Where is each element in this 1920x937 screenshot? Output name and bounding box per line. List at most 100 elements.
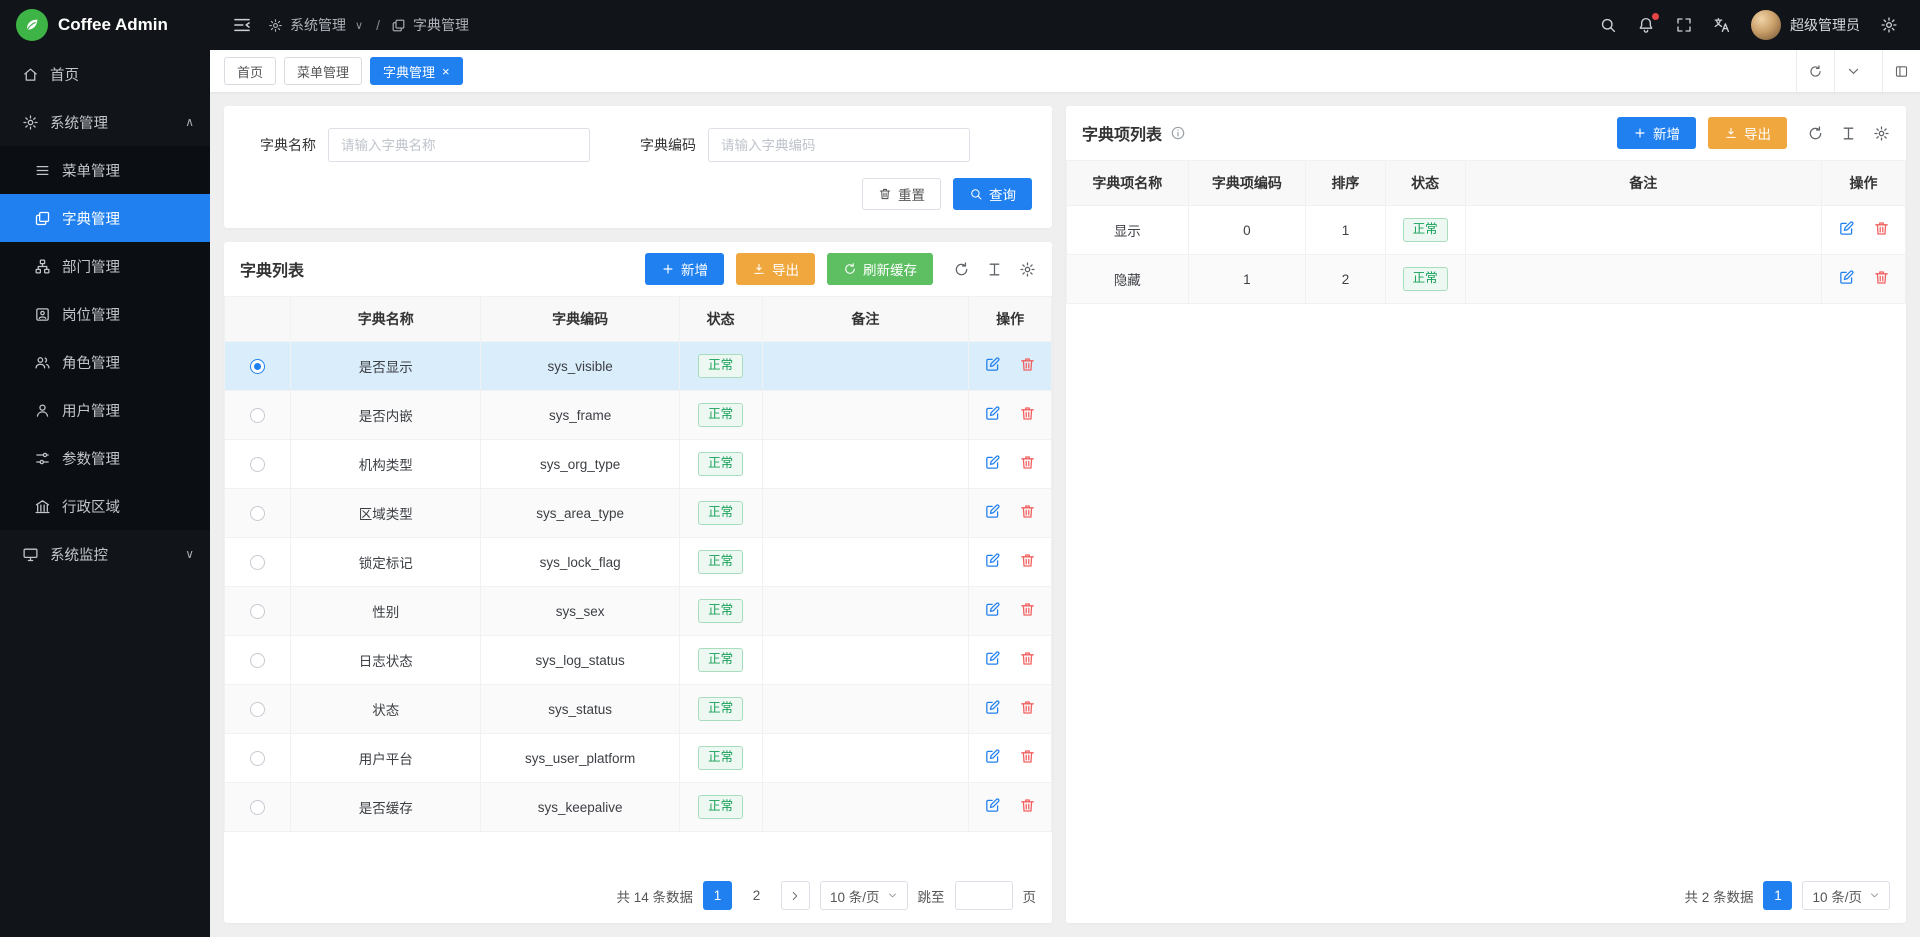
delete-icon[interactable] xyxy=(1019,454,1036,471)
edit-icon[interactable] xyxy=(984,552,1001,569)
page-button[interactable]: 1 xyxy=(703,881,732,910)
sidebar-item[interactable]: 部门管理 xyxy=(0,242,210,290)
edit-icon[interactable] xyxy=(984,503,1001,520)
row-radio[interactable] xyxy=(250,457,265,472)
item-page-size-select[interactable]: 10 条/页 xyxy=(1802,881,1890,910)
sidebar-item[interactable]: 角色管理 xyxy=(0,338,210,386)
row-radio[interactable] xyxy=(250,800,265,815)
delete-icon[interactable] xyxy=(1019,797,1036,814)
refresh-tab-icon[interactable] xyxy=(1796,50,1834,92)
reset-button[interactable]: 重置 xyxy=(862,178,941,210)
page-button[interactable]: 2 xyxy=(742,881,771,910)
sidebar-item[interactable]: 字典管理 xyxy=(0,194,210,242)
item-table-row[interactable]: 显示 0 1 正常 xyxy=(1067,206,1906,255)
tab[interactable]: 字典管理 × xyxy=(370,57,463,85)
cell-dict-code: sys_sex xyxy=(481,587,679,636)
tab-actions-chevron-down-icon[interactable] xyxy=(1834,50,1872,92)
delete-icon[interactable] xyxy=(1873,220,1890,237)
refresh-cache-button[interactable]: 刷新缓存 xyxy=(827,253,933,285)
bell-icon[interactable] xyxy=(1637,16,1655,34)
status-badge: 正常 xyxy=(698,452,743,477)
sidebar-item[interactable]: 岗位管理 xyxy=(0,290,210,338)
add-dict-button[interactable]: 新增 xyxy=(645,253,724,285)
sidebar-item[interactable]: 系统管理 ∧ xyxy=(0,98,210,146)
delete-icon[interactable] xyxy=(1019,699,1036,716)
query-button[interactable]: 查询 xyxy=(953,178,1032,210)
breadcrumb-level1[interactable]: 系统管理 xyxy=(290,15,346,35)
dict-table-row[interactable]: 是否内嵌 sys_frame 正常 xyxy=(225,391,1052,440)
sidebar-item[interactable]: 系统监控 ∨ xyxy=(0,530,210,578)
dict-table-row[interactable]: 锁定标记 sys_lock_flag 正常 xyxy=(225,538,1052,587)
search-icon[interactable] xyxy=(1599,16,1617,34)
translate-icon[interactable] xyxy=(1713,16,1731,34)
dict-table-row[interactable]: 用户平台 sys_user_platform 正常 xyxy=(225,734,1052,783)
delete-icon[interactable] xyxy=(1019,552,1036,569)
tab[interactable]: 菜单管理 × xyxy=(284,57,362,85)
tab-close-icon[interactable]: × xyxy=(442,65,450,78)
edit-icon[interactable] xyxy=(984,748,1001,765)
delete-icon[interactable] xyxy=(1019,356,1036,373)
breadcrumb-level2[interactable]: 字典管理 xyxy=(413,15,469,35)
menu-fold-icon[interactable] xyxy=(232,15,252,35)
refresh-icon[interactable] xyxy=(1807,125,1824,142)
export-dict-button[interactable]: 导出 xyxy=(736,253,815,285)
delete-icon[interactable] xyxy=(1019,601,1036,618)
item-table-row[interactable]: 隐藏 1 2 正常 xyxy=(1067,255,1906,304)
row-actions xyxy=(984,503,1036,520)
dict-table-row[interactable]: 是否显示 sys_visible 正常 xyxy=(225,342,1052,391)
edit-icon[interactable] xyxy=(1838,269,1855,286)
dict-table-row[interactable]: 是否缓存 sys_keepalive 正常 xyxy=(225,783,1052,832)
edit-icon[interactable] xyxy=(1838,220,1855,237)
edit-icon[interactable] xyxy=(984,601,1001,618)
dict-table-row[interactable]: 性别 sys_sex 正常 xyxy=(225,587,1052,636)
sidebar-item[interactable]: 首页 xyxy=(0,50,210,98)
table-settings-gear-icon[interactable] xyxy=(1019,261,1036,278)
next-page-button[interactable] xyxy=(781,881,810,910)
edit-icon[interactable] xyxy=(984,650,1001,667)
export-items-button[interactable]: 导出 xyxy=(1708,117,1787,149)
tab[interactable]: 首页 × xyxy=(224,57,276,85)
page-button[interactable]: 1 xyxy=(1763,881,1792,910)
sidebar-item[interactable]: 用户管理 xyxy=(0,386,210,434)
edit-icon[interactable] xyxy=(984,699,1001,716)
refresh-icon[interactable] xyxy=(953,261,970,278)
delete-icon[interactable] xyxy=(1019,503,1036,520)
delete-icon[interactable] xyxy=(1019,650,1036,667)
sidebar-item[interactable]: 菜单管理 xyxy=(0,146,210,194)
row-radio[interactable] xyxy=(250,408,265,423)
edit-icon[interactable] xyxy=(984,356,1001,373)
edit-icon[interactable] xyxy=(984,797,1001,814)
sidebar-item[interactable]: 行政区域 xyxy=(0,482,210,530)
edit-icon[interactable] xyxy=(984,405,1001,422)
username[interactable]: 超级管理员 xyxy=(1790,15,1860,35)
row-radio[interactable] xyxy=(250,555,265,570)
column-settings-icon[interactable] xyxy=(1840,125,1857,142)
add-item-button[interactable]: 新增 xyxy=(1617,117,1696,149)
dict-table-row[interactable]: 机构类型 sys_org_type 正常 xyxy=(225,440,1052,489)
fullscreen-icon[interactable] xyxy=(1675,16,1693,34)
row-radio[interactable] xyxy=(250,506,265,521)
row-radio[interactable] xyxy=(250,604,265,619)
user-avatar[interactable] xyxy=(1751,10,1781,40)
table-settings-gear-icon[interactable] xyxy=(1873,125,1890,142)
row-radio[interactable] xyxy=(250,751,265,766)
row-radio[interactable] xyxy=(250,702,265,717)
delete-icon[interactable] xyxy=(1019,405,1036,422)
edit-icon[interactable] xyxy=(984,454,1001,471)
delete-icon[interactable] xyxy=(1873,269,1890,286)
row-radio[interactable] xyxy=(250,653,265,668)
column-settings-icon[interactable] xyxy=(986,261,1003,278)
dict-table-row[interactable]: 区域类型 sys_area_type 正常 xyxy=(225,489,1052,538)
sidebar-item[interactable]: 参数管理 xyxy=(0,434,210,482)
row-radio[interactable] xyxy=(250,359,265,374)
jump-page-input[interactable] xyxy=(955,881,1013,910)
delete-icon[interactable] xyxy=(1019,748,1036,765)
info-icon[interactable] xyxy=(1170,125,1186,141)
layout-icon[interactable] xyxy=(1882,50,1920,92)
dict-table-row[interactable]: 日志状态 sys_log_status 正常 xyxy=(225,636,1052,685)
settings-gear-icon[interactable] xyxy=(1880,16,1898,34)
dict-code-input[interactable] xyxy=(708,128,970,162)
dict-page-size-select[interactable]: 10 条/页 xyxy=(820,881,908,910)
dict-name-input[interactable] xyxy=(328,128,590,162)
dict-table-row[interactable]: 状态 sys_status 正常 xyxy=(225,685,1052,734)
